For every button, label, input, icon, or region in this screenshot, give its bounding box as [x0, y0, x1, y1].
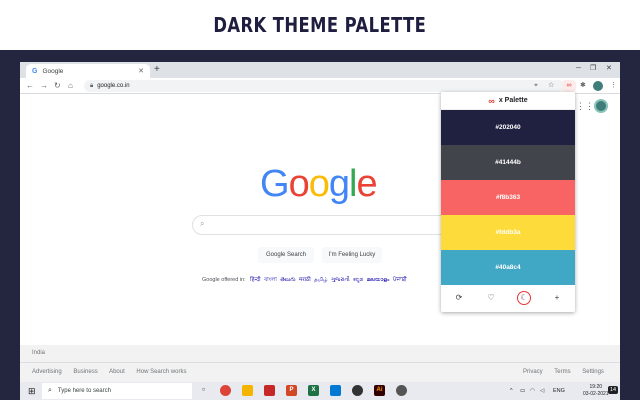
palette-popup: ∞ x Palette #202040 #41444b #f8b363 #fdd… [441, 92, 575, 312]
infinity-icon[interactable]: ∞ [562, 80, 576, 92]
languages-offered: Google offered in: हिन्दी বাংলা తెలుగు म… [202, 275, 407, 285]
swatch-4[interactable]: #fddb3a [441, 215, 575, 250]
clock-time: 19:20 [589, 384, 603, 390]
footer-link-settings[interactable]: Settings [582, 369, 604, 375]
footer-link-about[interactable]: About [109, 369, 125, 375]
github-icon[interactable] [352, 385, 363, 396]
clock-date: 03-02-2021 [583, 391, 609, 397]
star-icon[interactable]: ☆ [548, 81, 554, 91]
new-tab-button[interactable]: + [154, 64, 160, 76]
logo-letter: o [308, 163, 330, 205]
close-window-icon[interactable]: ✕ [606, 63, 612, 75]
profile-avatar[interactable] [593, 81, 603, 91]
wifi-icon[interactable]: ◠ [530, 387, 535, 395]
google-search-button[interactable]: Google Search [258, 247, 314, 263]
refresh-icon[interactable]: ⟳ [452, 291, 466, 305]
footer-divider [20, 362, 620, 363]
tab-google[interactable]: G Google ✕ [26, 64, 150, 78]
footer-link-advertising[interactable]: Advertising [32, 369, 62, 375]
feeling-lucky-button[interactable]: I'm Feeling Lucky [322, 247, 382, 263]
swatch-1[interactable]: #202040 [441, 110, 575, 145]
search-input[interactable]: ⌕ 🎙︎ [192, 215, 470, 235]
pdf-reader-icon[interactable] [264, 385, 275, 396]
popup-title: x Palette [498, 97, 528, 104]
footer-left-links: Advertising Business About How Search wo… [32, 369, 196, 375]
infinity-logo-icon: ∞ [488, 95, 495, 106]
heart-icon[interactable]: ♡ [484, 291, 498, 305]
vscode-icon[interactable] [330, 385, 341, 396]
account-avatar[interactable] [594, 99, 608, 113]
close-tab-icon[interactable]: ✕ [138, 67, 144, 75]
battery-icon[interactable]: ▭ [520, 387, 525, 395]
windows-start-icon[interactable]: ⊞ [28, 386, 36, 396]
popup-header: ∞ x Palette [441, 92, 575, 110]
google-favicon-icon: G [32, 67, 38, 75]
footer-right-links: Privacy Terms Settings [523, 369, 604, 375]
footer-link-privacy[interactable]: Privacy [523, 369, 543, 375]
language-indicator[interactable]: ENG [553, 387, 565, 395]
banner-title: DARK THEME PALETTE [213, 13, 427, 37]
maximize-icon[interactable]: ❐ [590, 63, 596, 75]
notification-badge[interactable]: 14 [608, 386, 619, 394]
home-icon[interactable]: ⌂ [68, 80, 73, 92]
url-input[interactable]: 🔒︎ google.co.in [84, 80, 564, 92]
swatch-2[interactable]: #41444b [441, 145, 575, 180]
tab-title: Google [42, 67, 64, 75]
plus-icon[interactable]: + [550, 291, 564, 305]
swatch-5[interactable]: #40a8c4 [441, 250, 575, 285]
minimize-icon[interactable]: ─ [576, 63, 581, 75]
dark-mode-icon[interactable]: ☾ [517, 291, 531, 305]
illustrator-icon[interactable]: Ai [374, 385, 385, 396]
page-footer: India Advertising Business About How Sea… [20, 345, 620, 382]
reload-icon[interactable]: ↻ [54, 80, 61, 92]
excel-icon[interactable]: X [308, 385, 319, 396]
footer-link-terms[interactable]: Terms [554, 369, 570, 375]
swatch-3[interactable]: #f8b363 [441, 180, 575, 215]
forward-arrow-icon[interactable]: → [40, 80, 48, 92]
file-explorer-icon[interactable] [242, 385, 253, 396]
url-text: google.co.in [97, 83, 130, 89]
powerpoint-icon[interactable]: P [286, 385, 297, 396]
task-view-icon[interactable]: ○ [198, 385, 209, 396]
location-icon[interactable]: ⌖ [534, 81, 538, 91]
footer-country: India [32, 350, 46, 356]
lock-icon: 🔒︎ [90, 82, 94, 89]
back-arrow-icon[interactable]: ← [26, 80, 34, 92]
system-clock[interactable]: 19:20 03-02-2021 [583, 384, 609, 398]
popup-toolbar: ⟳ ♡ ☾ + [441, 285, 575, 312]
chevron-up-icon[interactable]: ^ [510, 387, 513, 395]
footer-link-business[interactable]: Business [73, 369, 97, 375]
taskbar-search-input[interactable]: ⌕ Type here to search [42, 383, 192, 399]
logo-letter: o [288, 163, 310, 205]
logo-letter: l [348, 163, 358, 205]
chrome-icon[interactable] [220, 385, 231, 396]
taskbar-search-placeholder: Type here to search [57, 388, 111, 394]
obs-icon[interactable] [396, 385, 407, 396]
banner: DARK THEME PALETTE [0, 0, 640, 50]
search-icon: ⌕ [48, 387, 52, 394]
puzzle-icon[interactable]: ✱ [580, 81, 586, 91]
logo-letter: g [328, 163, 350, 205]
kebab-menu-icon[interactable]: ⋮ [610, 81, 617, 91]
language-links[interactable]: हिन्दी বাংলা తెలుగు मराठी தமிழ் ગુજરાતી … [250, 277, 407, 283]
offered-in-label: Google offered in: [202, 277, 246, 283]
windows-taskbar: ⊞ ⌕ Type here to search ○ P X Ai ^ ▭ ◠ ◁… [20, 382, 620, 400]
logo-letter: G [260, 163, 290, 205]
volume-icon[interactable]: ◁ [540, 387, 544, 395]
google-logo: Google [260, 163, 378, 206]
search-icon: ⌕ [200, 219, 205, 228]
tab-bar: G Google ✕ + ─ ❐ ✕ [20, 62, 620, 78]
logo-letter: e [356, 163, 377, 205]
footer-link-how-search-works[interactable]: How Search works [136, 369, 186, 375]
